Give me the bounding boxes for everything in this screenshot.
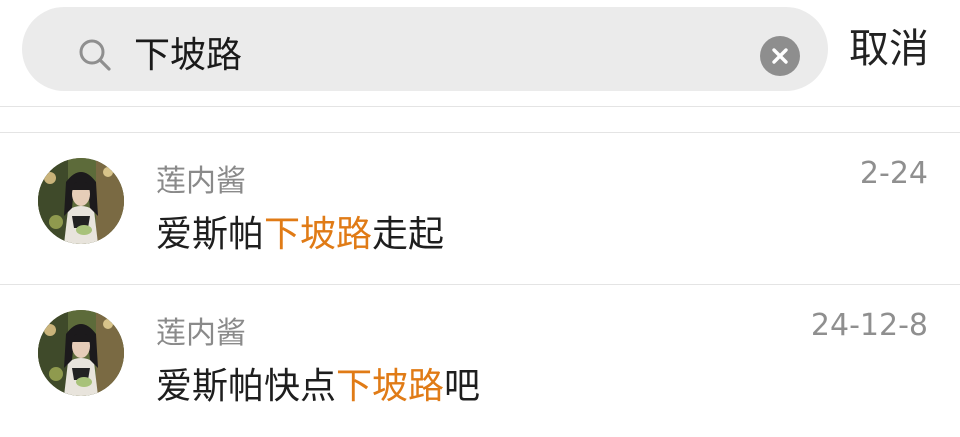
search-icon <box>79 39 111 71</box>
avatar[interactable] <box>38 310 124 396</box>
message-text-before: 爱斯帕 <box>156 214 265 255</box>
message-text-after: 吧 <box>444 366 481 407</box>
search-input[interactable]: 下坡路 <box>134 31 242 81</box>
message-text-after: 走起 <box>372 214 445 255</box>
message-time: 24-12-8 <box>810 308 928 343</box>
clear-search-button[interactable] <box>760 36 800 76</box>
clear-icon <box>772 48 788 64</box>
search-result-item[interactable]: 莲内酱 2-24 爱斯帕下坡路走起 <box>0 134 960 284</box>
message-keyword-highlight: 下坡路 <box>264 214 373 255</box>
sender-name: 莲内酱 <box>156 316 246 351</box>
avatar-image <box>38 158 124 244</box>
divider <box>0 132 960 133</box>
avatar[interactable] <box>38 158 124 244</box>
divider <box>0 284 960 285</box>
message-keyword-highlight: 下坡路 <box>336 366 445 407</box>
cancel-button[interactable]: 取消 <box>849 22 929 76</box>
search-bar[interactable]: 下坡路 <box>22 7 828 91</box>
message-time: 2-24 <box>859 156 928 191</box>
avatar-image <box>38 310 124 396</box>
divider <box>0 106 960 107</box>
search-result-item[interactable]: 莲内酱 24-12-8 爱斯帕快点下坡路吧 <box>0 286 960 436</box>
message-text-before: 爱斯帕快点 <box>156 366 337 407</box>
message-text: 爱斯帕快点下坡路吧 <box>156 364 480 410</box>
message-text: 爱斯帕下坡路走起 <box>156 212 444 258</box>
sender-name: 莲内酱 <box>156 164 246 199</box>
